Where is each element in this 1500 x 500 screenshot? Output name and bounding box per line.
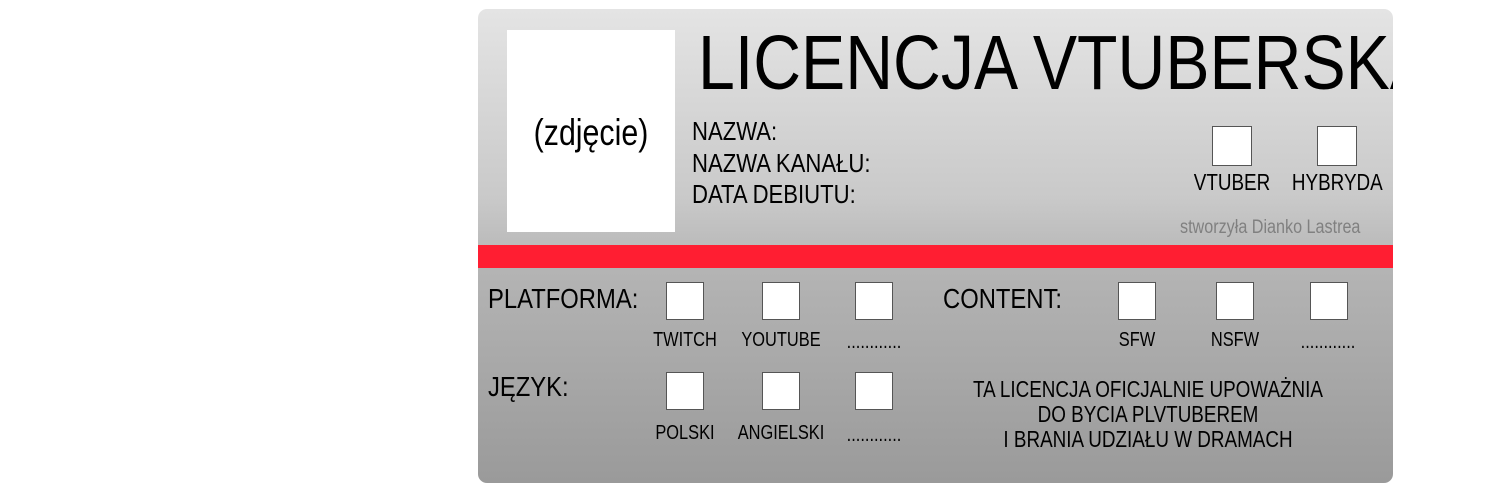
- field-debut-date: DATA DEBIUTU:: [692, 179, 856, 209]
- language-other-checkbox[interactable]: [855, 372, 893, 410]
- language-other-label: ............: [846, 424, 902, 446]
- language-polski-checkbox[interactable]: [666, 372, 704, 410]
- hybryda-label: HYBRYDA: [1291, 169, 1383, 195]
- content-other-label: ............: [1300, 331, 1356, 353]
- license-card: (zdjęcie) LICENCJA VTUBERSKA NAZWA: NAZW…: [478, 9, 1393, 483]
- language-angielski-label: ANGIELSKI: [737, 422, 825, 444]
- language-label: JĘZYK:: [488, 371, 569, 402]
- platform-youtube-label: YOUTUBE: [741, 329, 821, 351]
- field-name: NAZWA:: [692, 116, 778, 146]
- language-angielski-checkbox[interactable]: [762, 372, 800, 410]
- hybryda-checkbox[interactable]: [1317, 126, 1357, 166]
- red-stripe: [478, 245, 1393, 268]
- language-polski-label: POLSKI: [655, 422, 715, 444]
- license-title: LICENCJA VTUBERSKA: [698, 20, 1393, 106]
- license-notice: TA LICENCJA OFICJALNIE UPOWAŻNIA DO BYCI…: [959, 377, 1336, 452]
- platform-youtube-checkbox[interactable]: [762, 282, 800, 320]
- content-sfw-checkbox[interactable]: [1118, 282, 1156, 320]
- platform-other-checkbox[interactable]: [855, 282, 893, 320]
- content-sfw-label: SFW: [1118, 329, 1156, 351]
- notice-line-2: DO BYCIA PLVTUBEREM: [1037, 401, 1259, 427]
- platform-other-label: ............: [846, 331, 902, 353]
- photo-placeholder[interactable]: (zdjęcie): [507, 30, 675, 232]
- content-other-checkbox[interactable]: [1310, 282, 1348, 320]
- notice-line-3: I BRANIA UDZIAŁU W DRAMACH: [1003, 426, 1293, 452]
- notice-line-1: TA LICENCJA OFICJALNIE UPOWAŻNIA: [972, 376, 1324, 402]
- vtuber-label: VTUBER: [1193, 169, 1271, 195]
- platform-label: PLATFORMA:: [488, 283, 639, 314]
- content-label: CONTENT:: [943, 283, 1062, 314]
- photo-label: (zdjęcie): [533, 112, 649, 153]
- content-nsfw-label: NSFW: [1210, 329, 1260, 351]
- field-channel-name: NAZWA KANAŁU:: [692, 148, 871, 178]
- vtuber-checkbox[interactable]: [1212, 126, 1252, 166]
- platform-twitch-checkbox[interactable]: [666, 282, 704, 320]
- content-nsfw-checkbox[interactable]: [1216, 282, 1254, 320]
- platform-twitch-label: TWITCH: [653, 329, 717, 351]
- credit-text: stworzyła Dianko Lastrea: [1180, 217, 1361, 238]
